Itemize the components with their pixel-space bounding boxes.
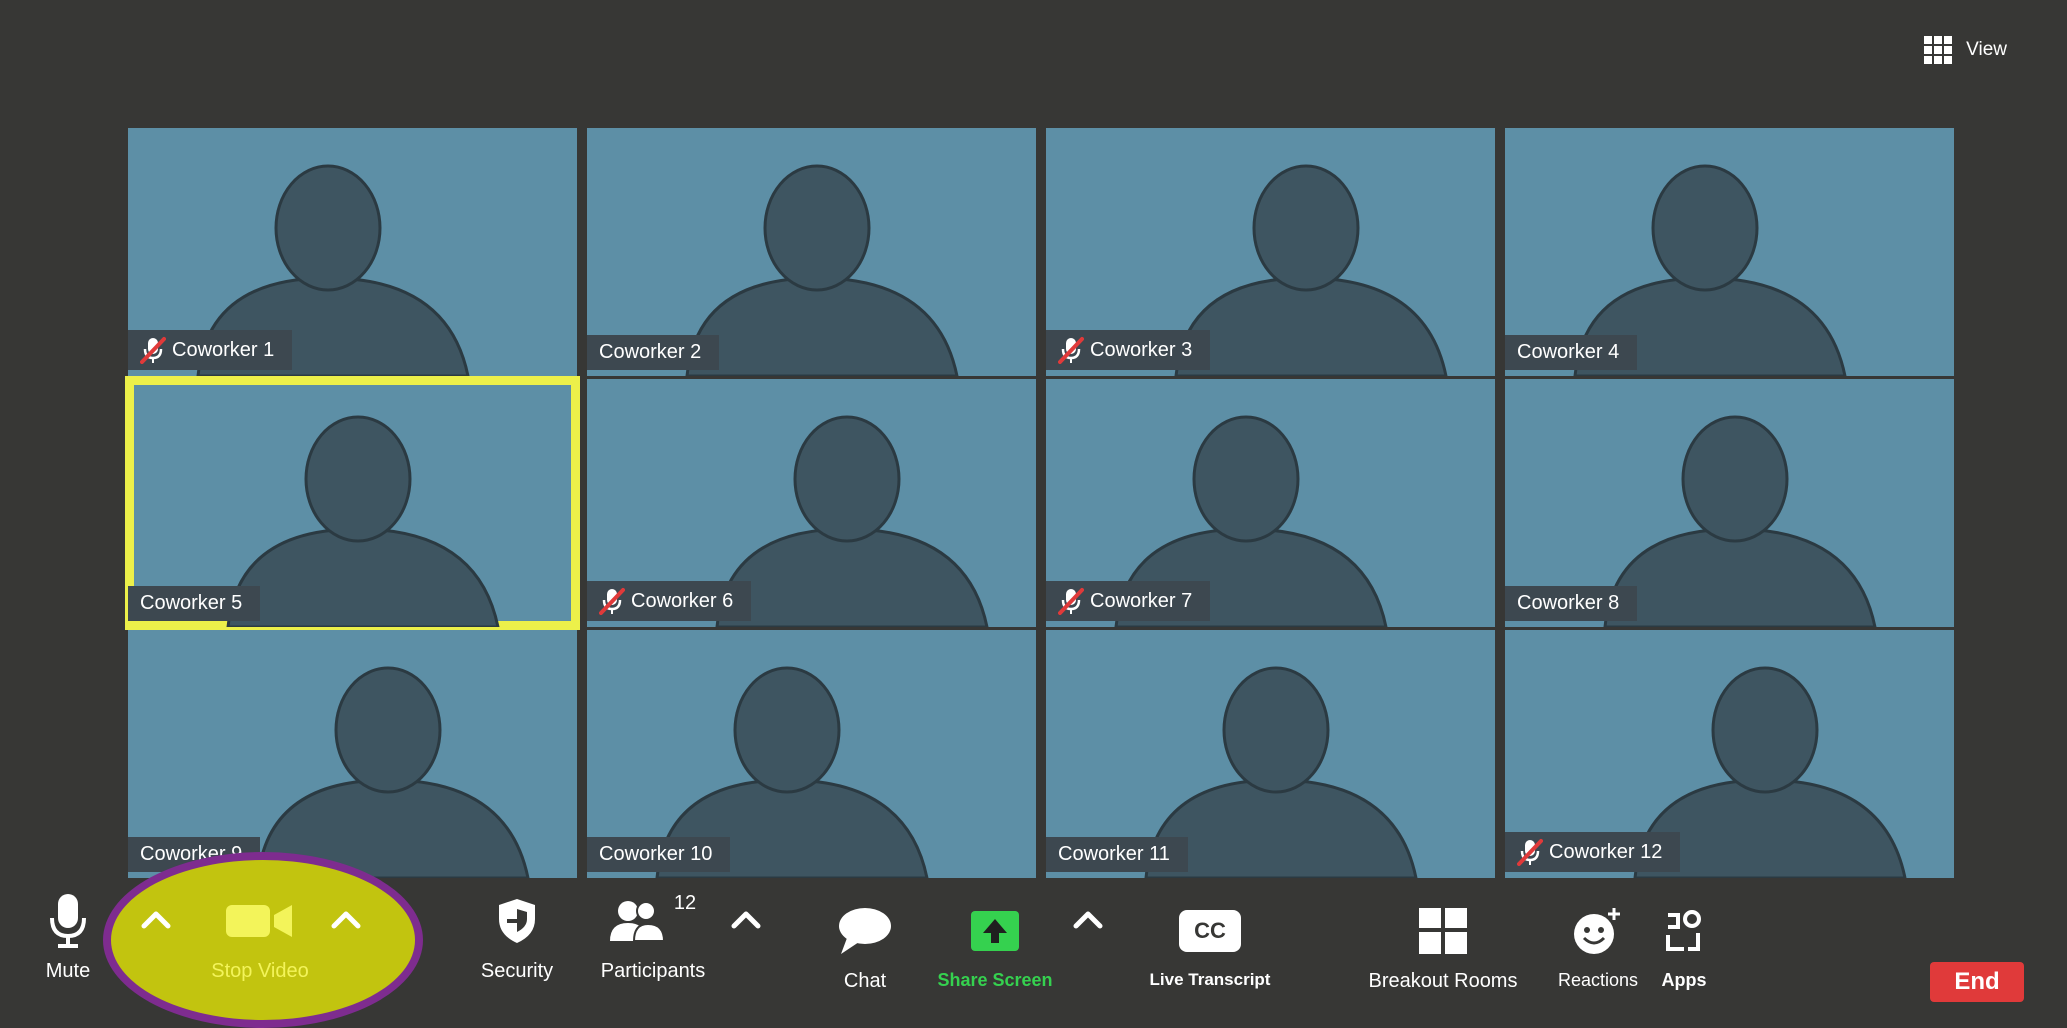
muted-microphone-icon bbox=[140, 337, 166, 364]
video-options-caret-right[interactable] bbox=[330, 908, 362, 932]
participant-tile[interactable]: Coworker 12 bbox=[1505, 630, 1954, 878]
participant-name-tag: Coworker 12 bbox=[1505, 832, 1681, 872]
view-button[interactable]: View bbox=[1924, 36, 2007, 64]
participant-name-tag: Coworker 3 bbox=[1046, 330, 1211, 370]
apps-icon bbox=[1666, 910, 1701, 951]
participant-name: Coworker 1 bbox=[172, 338, 275, 361]
participant-name: Coworker 7 bbox=[1090, 589, 1193, 612]
stop-video-button[interactable]: Stop Video bbox=[190, 886, 330, 1006]
closed-caption-text: CC bbox=[1194, 918, 1226, 943]
breakout-rooms-label: Breakout Rooms bbox=[1368, 970, 1518, 992]
chat-label: Chat bbox=[843, 970, 887, 992]
participant-tile[interactable]: Coworker 3 bbox=[1046, 128, 1495, 376]
reactions-label: Reactions bbox=[1557, 970, 1639, 990]
muted-microphone-icon bbox=[599, 588, 625, 615]
live-transcript-button[interactable]: CC Live Transcript bbox=[1140, 896, 1280, 1016]
participant-tile[interactable]: Coworker 7 bbox=[1046, 379, 1495, 627]
breakout-rooms-button[interactable]: Breakout Rooms bbox=[1358, 896, 1528, 1016]
participants-icon bbox=[609, 901, 665, 942]
participant-name: Coworker 5 bbox=[140, 592, 243, 614]
mute-label: Mute bbox=[45, 960, 91, 982]
participant-name-tag: Coworker 7 bbox=[1046, 581, 1211, 621]
share-options-caret[interactable] bbox=[1072, 908, 1104, 932]
closed-caption-icon: CC bbox=[1179, 910, 1241, 952]
participant-name-tag: Coworker 6 bbox=[587, 581, 752, 621]
participant-name: Coworker 4 bbox=[1517, 341, 1620, 363]
participant-name: Coworker 6 bbox=[631, 589, 734, 612]
meeting-toolbar: Mute Stop Video Security 12 Participants… bbox=[0, 886, 2067, 1019]
apps-label: Apps bbox=[1661, 970, 1707, 990]
reactions-button[interactable]: Reactions bbox=[1548, 896, 1648, 1016]
participant-name-tag: Coworker 10 bbox=[587, 837, 731, 872]
participant-tile[interactable]: Coworker 11 bbox=[1046, 630, 1495, 878]
muted-microphone-icon bbox=[1058, 337, 1084, 364]
participants-options-caret[interactable] bbox=[730, 908, 762, 932]
share-screen-label: Share Screen bbox=[937, 970, 1053, 990]
apps-button[interactable]: Apps bbox=[1652, 896, 1716, 1016]
participant-name-tag: Coworker 2 bbox=[587, 335, 720, 370]
video-options-caret-left[interactable] bbox=[140, 908, 172, 932]
participant-name: Coworker 3 bbox=[1090, 338, 1193, 361]
chat-button[interactable]: Chat bbox=[830, 896, 900, 1016]
participant-name: Coworker 11 bbox=[1058, 843, 1170, 865]
participants-button[interactable]: 12 Participants bbox=[588, 886, 718, 1006]
participant-name: Coworker 8 bbox=[1517, 592, 1620, 614]
participant-tile[interactable]: Coworker 9 bbox=[128, 630, 577, 878]
shield-icon bbox=[499, 899, 535, 943]
participants-count: 12 bbox=[673, 892, 697, 914]
participant-tile[interactable]: Coworker 8 bbox=[1505, 379, 1954, 627]
participant-name-tag: Coworker 8 bbox=[1505, 586, 1638, 621]
participant-name: Coworker 2 bbox=[599, 341, 702, 363]
participant-name-tag: Coworker 4 bbox=[1505, 335, 1638, 370]
participant-name-tag: Coworker 5 bbox=[128, 586, 261, 621]
muted-microphone-icon bbox=[1517, 839, 1543, 866]
security-button[interactable]: Security bbox=[472, 886, 562, 1006]
share-screen-icon bbox=[971, 911, 1019, 951]
stop-video-label: Stop Video bbox=[211, 960, 309, 982]
participant-name-tag: Coworker 11 bbox=[1046, 837, 1188, 872]
video-camera-icon bbox=[226, 905, 292, 937]
participant-tile[interactable]: Coworker 1 bbox=[128, 128, 577, 376]
participant-tile[interactable]: Coworker 6 bbox=[587, 379, 1036, 627]
participant-name: Coworker 12 bbox=[1549, 840, 1663, 863]
participant-name-tag: Coworker 1 bbox=[128, 330, 293, 370]
live-transcript-label: Live Transcript bbox=[1149, 970, 1271, 989]
view-label: View bbox=[1966, 39, 2007, 60]
muted-microphone-icon bbox=[1058, 588, 1084, 615]
share-screen-button[interactable]: Share Screen bbox=[930, 896, 1060, 1016]
mute-button[interactable]: Mute bbox=[38, 886, 98, 1006]
end-label: End bbox=[1954, 968, 2000, 995]
participant-name: Coworker 10 bbox=[599, 843, 713, 865]
breakout-rooms-icon bbox=[1419, 908, 1467, 954]
end-meeting-button[interactable]: End bbox=[1930, 962, 2024, 1002]
security-label: Security bbox=[480, 960, 554, 982]
microphone-icon bbox=[50, 894, 86, 948]
grid-view-icon bbox=[1924, 36, 1953, 64]
chat-bubble-icon bbox=[839, 908, 891, 954]
participant-tile[interactable]: Coworker 10 bbox=[587, 630, 1036, 878]
video-grid: Coworker 1 Coworker 2 Coworker 3 Coworker 4… bbox=[125, 128, 1956, 878]
participants-label: Participants bbox=[600, 960, 706, 982]
participant-tile[interactable]: Coworker 5 bbox=[125, 376, 580, 630]
smiley-plus-icon bbox=[1574, 908, 1620, 954]
participant-tile[interactable]: Coworker 4 bbox=[1505, 128, 1954, 376]
participant-tile[interactable]: Coworker 2 bbox=[587, 128, 1036, 376]
